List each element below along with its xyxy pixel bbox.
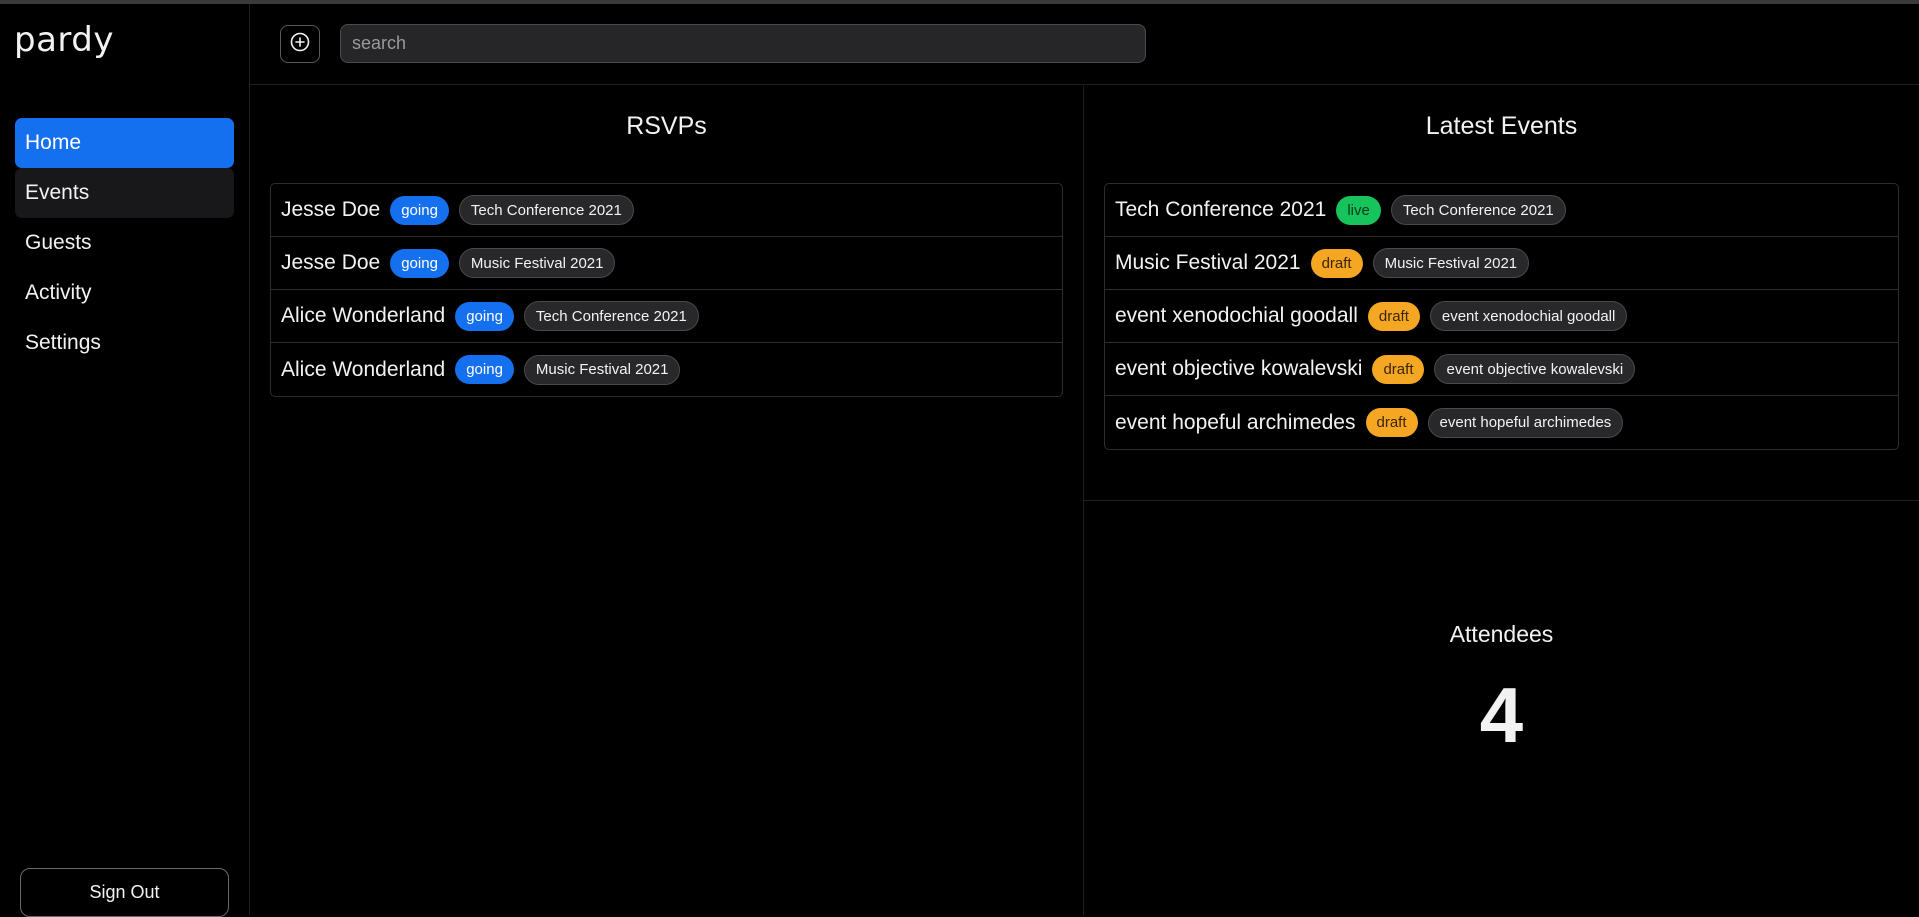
search-input[interactable]: [340, 24, 1146, 63]
status-badge: live: [1336, 195, 1381, 225]
status-badge: draft: [1372, 354, 1425, 384]
event-tag[interactable]: Tech Conference 2021: [458, 195, 634, 225]
guest-name: Jesse Doe: [281, 198, 381, 221]
event-name: event hopeful archimedes: [1115, 410, 1356, 434]
guest-name: Alice Wonderland: [281, 357, 446, 381]
sidebar-item-activity[interactable]: Activity: [15, 268, 234, 318]
sign-out-button[interactable]: Sign Out: [20, 868, 229, 917]
sidebar-item-label: Home: [25, 131, 82, 154]
list-item[interactable]: event xenodochial goodall draft event xe…: [1105, 290, 1898, 343]
guest-name: Jesse Doe: [281, 251, 381, 274]
status-badge: draft: [1365, 408, 1418, 437]
sidebar-item-home[interactable]: Home: [15, 118, 234, 168]
sidebar-item-label: Settings: [25, 331, 101, 354]
sidebar-item-label: Activity: [25, 281, 92, 304]
list-item[interactable]: Alice Wonderland going Music Festival 20…: [271, 343, 1062, 396]
event-name: Tech Conference 2021: [1115, 198, 1327, 221]
attendees-panel: Attendees 4: [1084, 501, 1919, 911]
sidebar: pardy Home Events Guests Activity Settin…: [0, 4, 250, 917]
rsvps-list: Jesse Doe going Tech Conference 2021 Jes…: [270, 183, 1063, 397]
list-item[interactable]: event hopeful archimedes draft event hop…: [1105, 396, 1898, 449]
status-badge: draft: [1310, 248, 1363, 278]
sidebar-item-label: Events: [25, 181, 90, 204]
latest-events-title: Latest Events: [1425, 112, 1578, 140]
status-badge: going: [390, 248, 449, 278]
sidebar-item-events[interactable]: Events: [15, 168, 234, 218]
guest-name: Alice Wonderland: [281, 304, 446, 327]
status-badge: draft: [1367, 301, 1420, 331]
attendees-title: Attendees: [1449, 621, 1554, 647]
event-tag[interactable]: Tech Conference 2021: [523, 301, 699, 331]
status-badge: going: [390, 195, 449, 225]
latest-events-panel: Latest Events Tech Conference 2021 live …: [1084, 86, 1919, 501]
event-tag[interactable]: Music Festival 2021: [523, 354, 681, 385]
rsvps-title: RSVPs: [626, 112, 707, 140]
plus-circle-icon: [289, 31, 311, 58]
latest-events-list: Tech Conference 2021 live Tech Conferenc…: [1104, 183, 1899, 450]
event-name: Music Festival 2021: [1115, 251, 1301, 274]
sidebar-item-label: Guests: [25, 231, 92, 254]
dashboard-panels: RSVPs Jesse Doe going Tech Conference 20…: [250, 86, 1919, 915]
event-tag[interactable]: event objective kowalevski: [1434, 354, 1636, 384]
app-logo: pardy: [14, 20, 115, 60]
sidebar-item-guests[interactable]: Guests: [15, 218, 234, 268]
event-tag[interactable]: event hopeful archimedes: [1427, 407, 1624, 438]
event-tag[interactable]: event xenodochial goodall: [1429, 301, 1628, 331]
status-badge: going: [455, 355, 514, 384]
rsvps-panel: RSVPs Jesse Doe going Tech Conference 20…: [250, 86, 1084, 915]
list-item[interactable]: Tech Conference 2021 live Tech Conferenc…: [1105, 184, 1898, 237]
list-item[interactable]: Jesse Doe going Music Festival 2021: [271, 237, 1062, 290]
list-item[interactable]: Jesse Doe going Tech Conference 2021: [271, 184, 1062, 237]
event-name: event objective kowalevski: [1115, 357, 1363, 380]
event-tag[interactable]: Music Festival 2021: [1372, 248, 1530, 278]
list-item[interactable]: Alice Wonderland going Tech Conference 2…: [271, 290, 1062, 343]
app-root: pardy Home Events Guests Activity Settin…: [0, 4, 1919, 917]
sidebar-nav: Home Events Guests Activity Settings: [15, 118, 234, 368]
event-name: event xenodochial goodall: [1115, 304, 1358, 327]
main-content: RSVPs Jesse Doe going Tech Conference 20…: [250, 4, 1919, 915]
event-tag[interactable]: Music Festival 2021: [458, 248, 616, 278]
right-column: Latest Events Tech Conference 2021 live …: [1084, 86, 1919, 915]
list-item[interactable]: Music Festival 2021 draft Music Festival…: [1105, 237, 1898, 290]
sidebar-item-settings[interactable]: Settings: [15, 318, 234, 368]
add-button[interactable]: [280, 25, 320, 63]
top-bar: [250, 4, 1919, 85]
attendees-count: 4: [1479, 671, 1524, 759]
list-item[interactable]: event objective kowalevski draft event o…: [1105, 343, 1898, 396]
status-badge: going: [455, 301, 514, 331]
event-tag[interactable]: Tech Conference 2021: [1390, 195, 1566, 225]
